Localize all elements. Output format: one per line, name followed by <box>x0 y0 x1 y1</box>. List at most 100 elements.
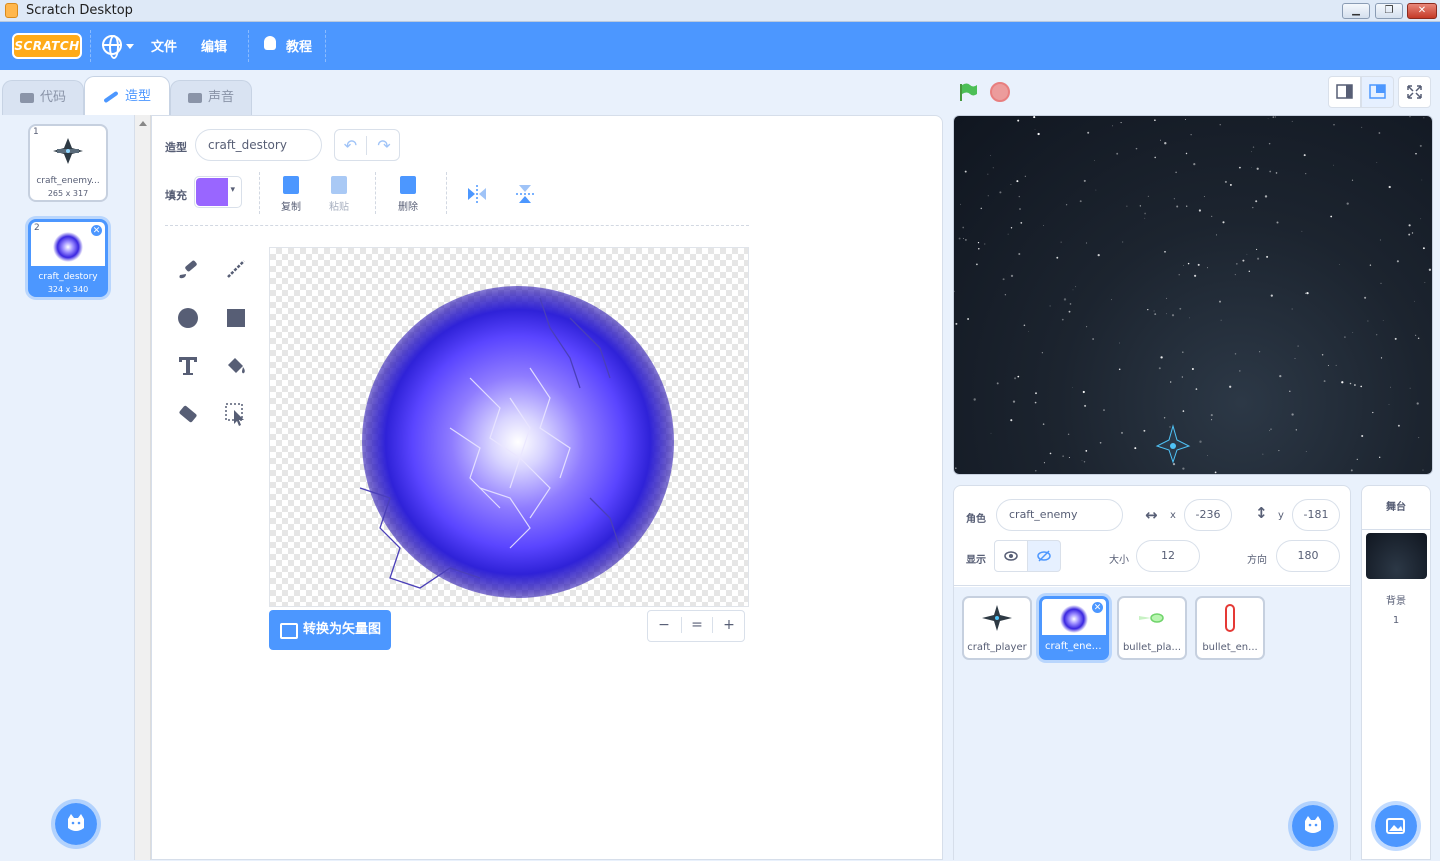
star <box>1035 470 1037 472</box>
x-input[interactable]: -236 <box>1184 499 1232 531</box>
show-visible-button[interactable] <box>994 540 1028 572</box>
scroll-up-icon[interactable] <box>139 121 147 126</box>
fullscreen-button[interactable] <box>1398 76 1431 108</box>
window-titlebar: Scratch Desktop ▁ ❐ ✕ <box>0 0 1440 22</box>
convert-to-vector-button[interactable]: 转换为矢量图 <box>269 610 391 650</box>
star <box>1266 255 1269 258</box>
copy-label: 复制 <box>281 202 301 213</box>
zoom-reset-button[interactable]: = <box>681 617 713 633</box>
minimize-button[interactable]: ▁ <box>1342 3 1370 19</box>
normal-stage-icon <box>1369 84 1386 99</box>
menu-file[interactable]: 文件 <box>151 36 177 55</box>
zoom-out-button[interactable]: − <box>648 617 680 633</box>
tab-code[interactable]: 代码 <box>2 80 84 116</box>
flip-vertical-icon[interactable] <box>513 182 537 206</box>
star <box>1147 195 1150 198</box>
size-input[interactable]: 12 <box>1136 540 1200 572</box>
sprite-item[interactable]: bullet_pla... <box>1117 596 1187 660</box>
star <box>1379 239 1381 241</box>
choose-backdrop-button[interactable] <box>1371 801 1421 851</box>
choose-costume-button[interactable] <box>51 799 101 849</box>
star <box>1341 381 1344 384</box>
stage-selector[interactable]: 舞台 背景 1 <box>1361 485 1431 860</box>
star <box>1364 296 1367 299</box>
star <box>1072 289 1074 291</box>
maximize-button[interactable]: ❐ <box>1375 3 1403 19</box>
direction-input[interactable]: 180 <box>1276 540 1340 572</box>
costume-list-scrollbar[interactable] <box>135 115 151 860</box>
star <box>1291 308 1293 310</box>
paint-canvas[interactable] <box>269 247 749 607</box>
menu-separator <box>90 30 91 62</box>
y-input[interactable]: -181 <box>1292 499 1340 531</box>
copy-button[interactable]: 复制 <box>271 176 311 213</box>
energy-orb-icon <box>1060 605 1088 633</box>
star <box>984 243 986 245</box>
tab-sounds[interactable]: 声音 <box>170 80 252 116</box>
normal-stage-button[interactable] <box>1361 76 1394 108</box>
star <box>1262 453 1264 455</box>
globe-icon[interactable] <box>102 35 122 59</box>
star <box>1069 303 1072 305</box>
circle-tool-icon[interactable] <box>174 304 202 332</box>
star <box>1158 367 1161 370</box>
stage-title: 舞台 <box>1362 486 1430 530</box>
star <box>965 239 967 241</box>
star <box>999 191 1002 194</box>
costume-name-input[interactable]: craft_destory <box>195 129 322 161</box>
cat-icon <box>1305 816 1321 833</box>
redo-icon[interactable]: ↷ <box>368 136 400 155</box>
star <box>1272 116 1275 118</box>
scratch-logo[interactable]: SCRATCH <box>12 33 82 59</box>
sprite-name: bullet_pla... <box>1122 642 1182 653</box>
green-flag-icon[interactable] <box>958 82 978 102</box>
sprite-item-selected[interactable]: ✕ craft_enemy <box>1039 596 1109 660</box>
sprite-name-input[interactable]: craft_enemy <box>996 499 1123 531</box>
paste-button[interactable]: 粘贴 <box>319 176 359 213</box>
costume-item[interactable]: 1 craft_enemy... 265 x 317 <box>28 124 108 202</box>
menu-edit[interactable]: 编辑 <box>201 36 227 55</box>
delete-costume-icon[interactable]: ✕ <box>90 224 103 237</box>
brush-tool-icon[interactable] <box>174 255 202 283</box>
zoom-controls: − = + <box>647 610 745 642</box>
delete-button[interactable]: 删除 <box>388 176 428 213</box>
choose-sprite-button[interactable] <box>1288 801 1338 851</box>
star <box>1388 185 1391 189</box>
stage-canvas[interactable] <box>953 115 1433 475</box>
tab-costumes[interactable]: 造型 <box>84 76 170 116</box>
star <box>1166 297 1168 299</box>
star <box>1049 305 1051 307</box>
star <box>1382 320 1384 321</box>
eraser-tool-icon[interactable] <box>174 400 202 428</box>
sprite-item[interactable]: craft_player <box>962 596 1032 660</box>
menu-tutorials[interactable]: 教程 <box>286 36 312 55</box>
rectangle-tool-icon[interactable] <box>222 304 250 332</box>
close-window-button[interactable]: ✕ <box>1407 3 1437 19</box>
sprite-item[interactable]: bullet_en... <box>1195 596 1265 660</box>
star <box>1238 166 1241 169</box>
star <box>1352 331 1354 333</box>
fill-color-picker[interactable]: ▾ <box>194 176 242 208</box>
undo-icon[interactable]: ↶ <box>335 136 367 155</box>
star <box>1060 241 1062 243</box>
fill-bucket-tool-icon[interactable] <box>222 352 250 380</box>
stop-button[interactable] <box>990 82 1010 102</box>
star <box>1394 337 1397 340</box>
show-hidden-button[interactable] <box>1027 540 1061 572</box>
line-tool-icon[interactable] <box>222 255 250 283</box>
star <box>1171 314 1175 317</box>
backdrop-thumbnail[interactable] <box>1366 533 1427 579</box>
flip-horizontal-icon[interactable] <box>465 182 489 206</box>
delete-sprite-icon[interactable]: ✕ <box>1091 601 1104 614</box>
star <box>1176 205 1179 208</box>
select-tool-icon[interactable] <box>222 400 250 428</box>
text-tool-icon[interactable] <box>174 352 202 380</box>
chevron-down-icon[interactable] <box>126 44 134 49</box>
costume-item-selected[interactable]: 2 ✕ craft_destory 324 x 340 <box>28 219 108 297</box>
zoom-in-button[interactable]: + <box>713 617 745 633</box>
lightbulb-icon[interactable] <box>264 36 276 50</box>
fill-color-swatch <box>196 178 228 206</box>
star <box>992 167 994 169</box>
star <box>1421 179 1423 181</box>
small-stage-button[interactable] <box>1328 76 1361 108</box>
